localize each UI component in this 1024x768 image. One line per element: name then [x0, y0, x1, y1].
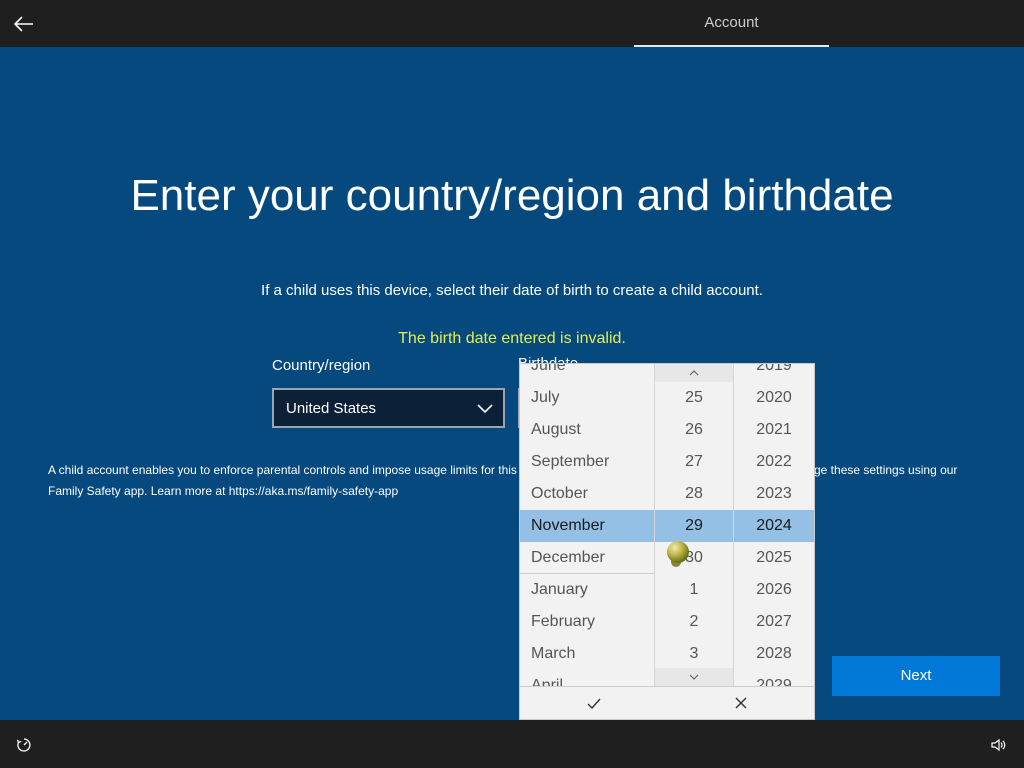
day-scroll-down-button[interactable]	[655, 668, 733, 686]
busy-cursor-icon	[667, 541, 691, 569]
chevron-up-icon	[689, 370, 699, 376]
chevron-down-icon	[689, 674, 699, 680]
day-item[interactable]: 25	[655, 382, 733, 414]
month-item[interactable]: June	[520, 364, 654, 382]
country-region-value: United States	[286, 399, 377, 417]
day-item[interactable]: 28	[655, 478, 733, 510]
child-account-info-line1: A child account enables you to enforce p…	[48, 463, 517, 477]
month-item[interactable]: July	[520, 382, 654, 414]
volume-icon	[991, 738, 1006, 752]
country-region-dropdown[interactable]: United States	[272, 388, 505, 428]
day-scroll-up-button[interactable]	[655, 364, 733, 382]
month-item[interactable]: April	[520, 670, 654, 686]
chevron-down-icon	[477, 403, 493, 413]
child-account-info-line1-end: ge these settings using our	[814, 463, 958, 477]
page-subtitle: If a child uses this device, select thei…	[261, 282, 763, 299]
month-item[interactable]: August	[520, 414, 654, 446]
top-bar	[0, 0, 1024, 47]
month-item[interactable]: October	[520, 478, 654, 510]
error-message: The birth date entered is invalid.	[398, 330, 626, 347]
close-icon	[735, 697, 746, 709]
month-item[interactable]: December	[520, 542, 654, 574]
date-picker-footer	[520, 686, 814, 719]
year-item[interactable]: 2026	[734, 574, 814, 606]
year-item[interactable]: 2027	[734, 606, 814, 638]
checkmark-icon	[587, 698, 601, 709]
month-item[interactable]: January	[520, 574, 654, 606]
day-item[interactable]: 2	[655, 606, 733, 638]
volume-button[interactable]	[988, 735, 1008, 755]
year-item[interactable]: 2029	[734, 670, 814, 686]
bottom-bar	[0, 720, 1024, 768]
year-item[interactable]: 2020	[734, 382, 814, 414]
dismiss-button[interactable]	[667, 687, 814, 719]
back-arrow-icon	[14, 16, 33, 32]
child-account-info-line2: Family Safety app. Learn more at https:/…	[48, 484, 399, 498]
year-item[interactable]: 2021	[734, 414, 814, 446]
month-item[interactable]: November	[520, 510, 654, 542]
next-button[interactable]: Next	[832, 656, 1000, 696]
accept-button[interactable]	[520, 687, 667, 719]
year-item[interactable]: 2019	[734, 364, 814, 382]
month-item[interactable]: March	[520, 638, 654, 670]
page-title: Enter your country/region and birthdate	[130, 171, 894, 220]
day-item[interactable]: 26	[655, 414, 733, 446]
month-column[interactable]: June July August September October Novem…	[520, 364, 654, 686]
year-item[interactable]: 2022	[734, 446, 814, 478]
ease-of-access-button[interactable]	[14, 735, 34, 755]
day-item[interactable]: 3	[655, 638, 733, 670]
year-column[interactable]: 2019 2020 2021 2022 2023 2024 2025 2026 …	[733, 364, 814, 686]
day-item[interactable]: 29	[655, 510, 733, 542]
year-item[interactable]: 2028	[734, 638, 814, 670]
day-item[interactable]: 27	[655, 446, 733, 478]
back-button[interactable]	[8, 8, 40, 40]
year-item[interactable]: 2024	[734, 510, 814, 542]
tab-account[interactable]: Account	[634, 0, 829, 47]
country-region-label: Country/region	[272, 357, 371, 374]
day-column[interactable]: 25 26 27 28 29 30 1 2 3	[654, 364, 733, 686]
month-item[interactable]: February	[520, 606, 654, 638]
day-item[interactable]: 1	[655, 574, 733, 606]
year-item[interactable]: 2025	[734, 542, 814, 574]
year-item[interactable]: 2023	[734, 478, 814, 510]
ease-of-access-icon	[16, 738, 31, 752]
month-item[interactable]: September	[520, 446, 654, 478]
